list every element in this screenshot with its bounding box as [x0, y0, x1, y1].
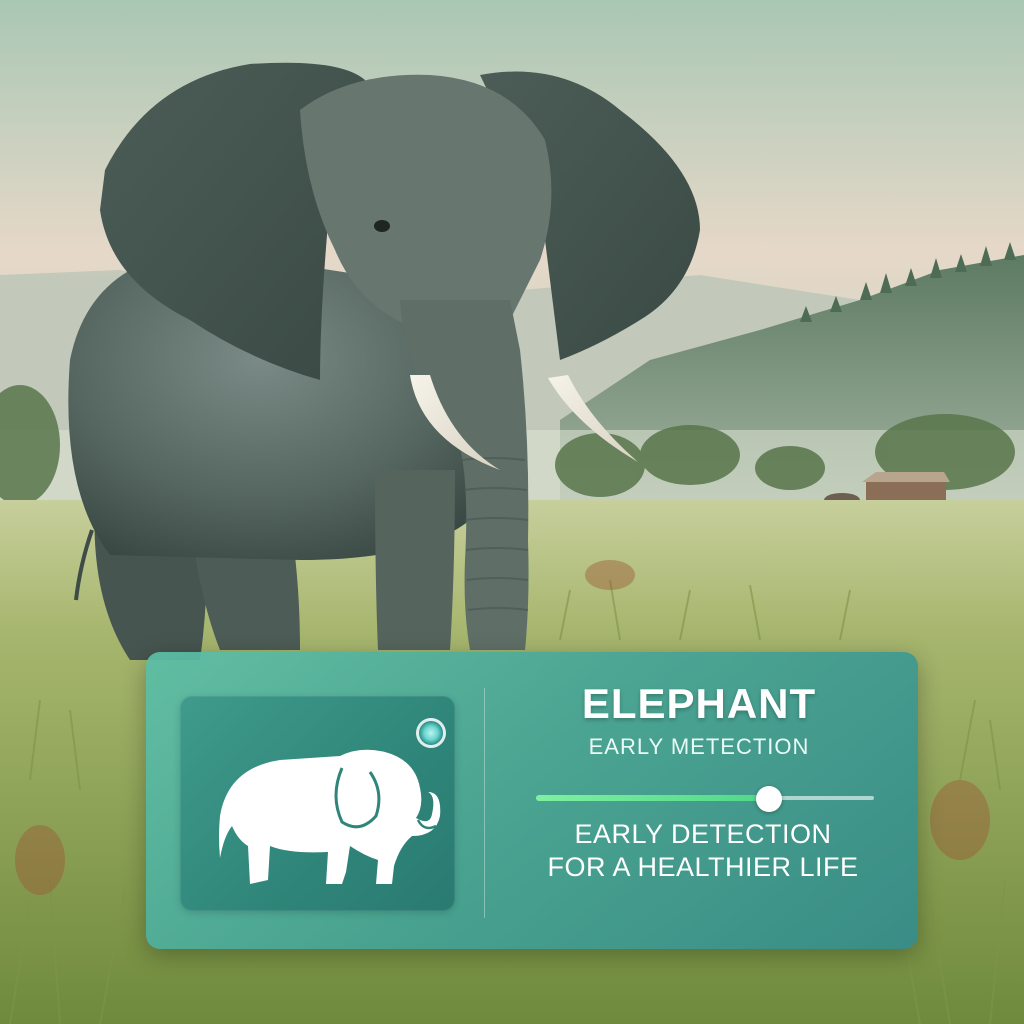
card-title: ELEPHANT — [581, 680, 817, 727]
slider-fill — [536, 795, 770, 801]
tagline-line-1: EARLY DETECTION — [574, 819, 832, 849]
card-divider — [484, 688, 485, 918]
card-subtitle: EARLY METECTION — [588, 734, 810, 759]
tagline-line-2: FOR A HEALTHIER LIFE — [547, 852, 859, 882]
info-card: ELEPHANT EARLY METECTION EARLY DETECTION… — [146, 652, 918, 949]
card-tagline: EARLY DETECTION FOR A HEALTHIER LIFE — [534, 818, 872, 884]
progress-slider[interactable] — [536, 786, 874, 812]
elephant-icon-panel — [180, 696, 455, 911]
slider-thumb[interactable] — [756, 786, 783, 812]
elephant-icon — [219, 749, 441, 884]
status-dot-icon — [416, 718, 446, 748]
